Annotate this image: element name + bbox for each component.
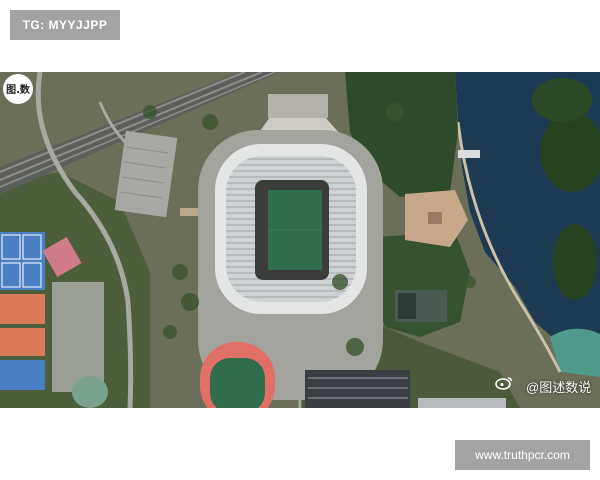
top-tag-badge: TG: MYYJJPP [10,10,120,40]
east-building [428,212,442,224]
island-forest [532,78,592,122]
aerial-stadium-photo: 图.数 [0,72,600,408]
track-field [210,358,265,408]
corner-logo: 图.数 [6,83,31,96]
watermark-text: @图述数说 [526,380,592,395]
court-block-orange [0,294,45,324]
north-building [268,94,328,118]
open-lot [52,282,104,392]
parking-lot [114,130,178,218]
court-block-blue [0,360,45,390]
building-roof [398,293,416,319]
pier [458,150,480,158]
court-block-orange [0,328,45,356]
website-badge: www.truthpcr.com [455,440,590,470]
weibo-icon [495,377,513,390]
small-track [72,376,108,408]
parking-lot-south [305,370,410,408]
building-south [418,398,506,408]
island-forest [553,224,597,300]
